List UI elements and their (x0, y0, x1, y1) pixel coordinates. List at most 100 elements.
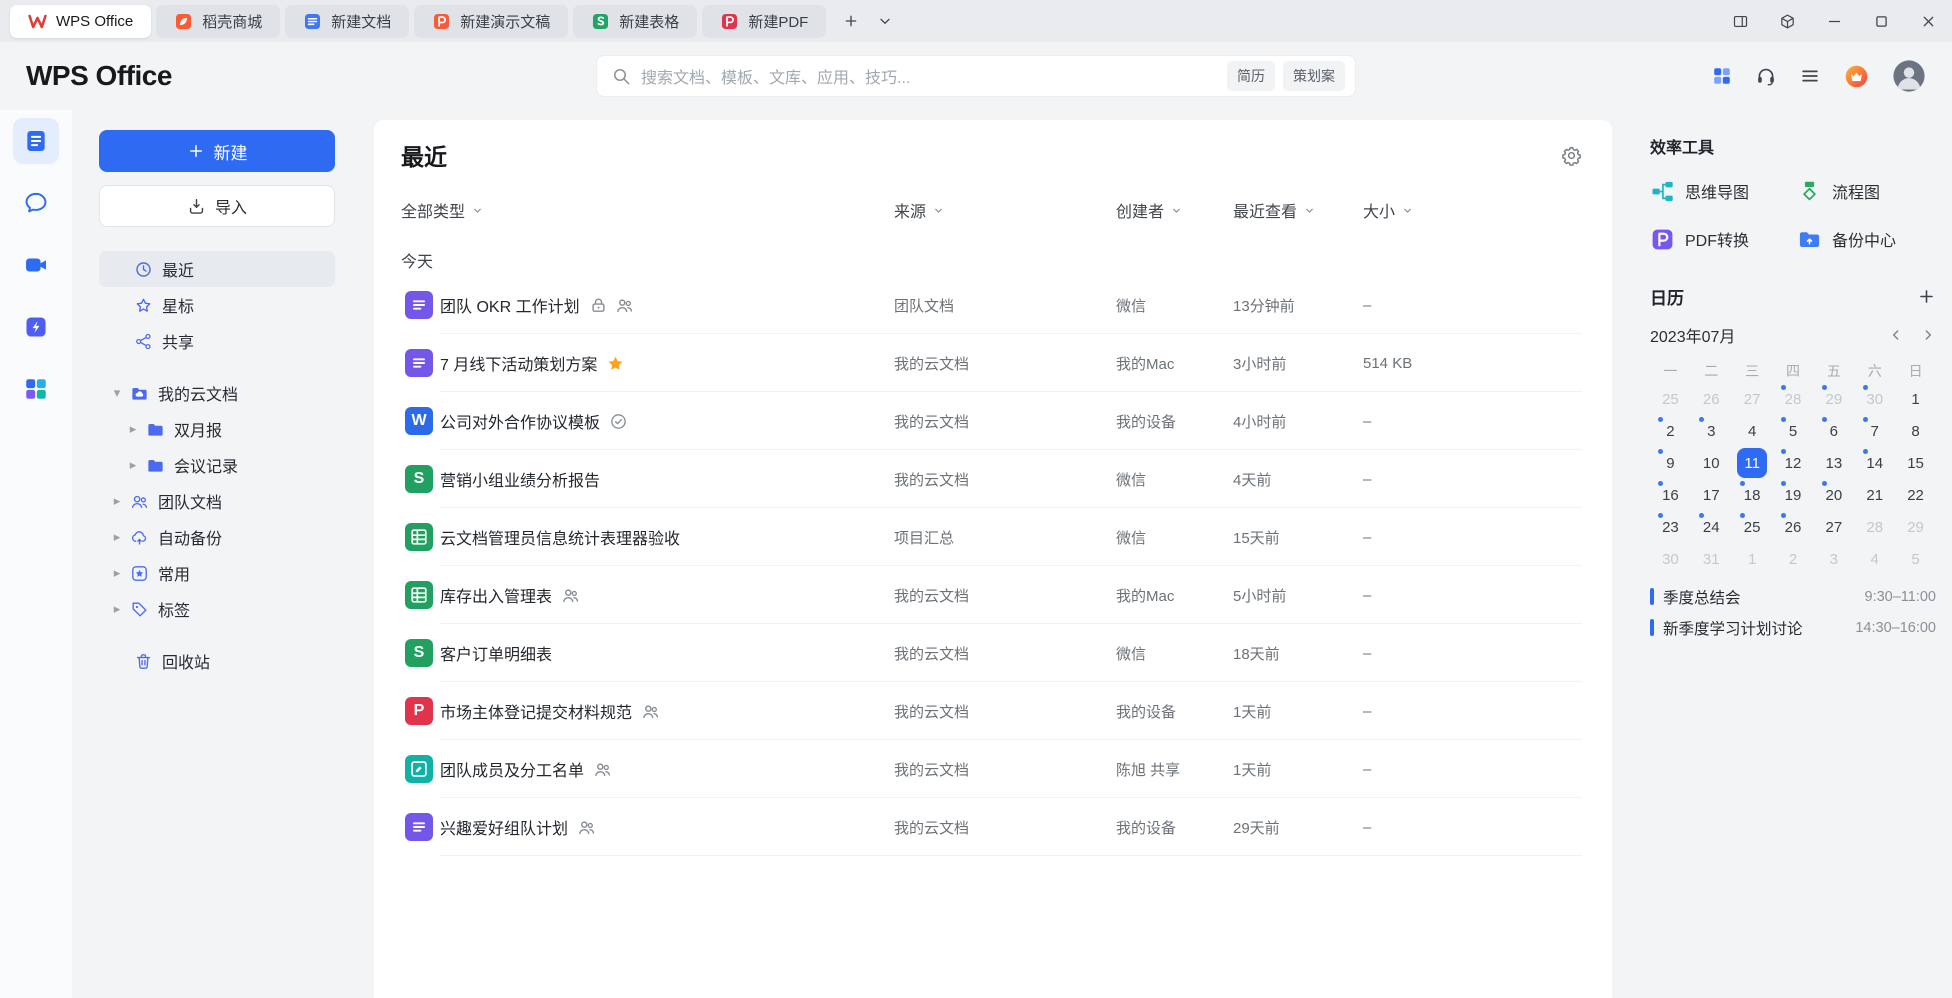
calendar-day[interactable]: 14 (1854, 447, 1895, 479)
calendar-day[interactable]: 4 (1854, 543, 1895, 575)
calendar-day[interactable]: 2 (1650, 415, 1691, 447)
file-row[interactable]: 库存出入管理表我的云文档我的Mac5小时前– (401, 566, 1582, 624)
window-tab[interactable]: 新建PDF (702, 5, 826, 38)
expand-caret-icon[interactable]: ▸ (125, 421, 141, 437)
sidebar-tree-item[interactable]: ▸团队文档 (99, 483, 335, 519)
sidebar-item-trash[interactable]: 回收站 (99, 643, 335, 679)
vip-badge-icon[interactable] (1843, 63, 1870, 90)
calendar-day[interactable]: 31 (1691, 543, 1732, 575)
window-tab[interactable]: WPS Office (10, 5, 151, 38)
rail-item[interactable] (13, 366, 59, 412)
filter-dropdown[interactable]: 来源 (894, 198, 946, 222)
calendar-day[interactable]: 29 (1813, 383, 1854, 415)
expand-caret-icon[interactable]: ▸ (109, 601, 125, 617)
window-tab[interactable]: 稻壳商城 (156, 5, 280, 38)
close-icon[interactable] (1905, 0, 1952, 42)
calendar-day[interactable]: 18 (1732, 479, 1773, 511)
sidebar-tree-item[interactable]: ▸自动备份 (99, 519, 335, 555)
new-document-button[interactable]: 新建 (99, 130, 335, 172)
calendar-day[interactable]: 16 (1650, 479, 1691, 511)
calendar-day[interactable]: 30 (1650, 543, 1691, 575)
calendar-day[interactable]: 12 (1773, 447, 1814, 479)
gear-icon[interactable] (1561, 145, 1582, 166)
calendar-day[interactable]: 5 (1773, 415, 1814, 447)
expand-caret-icon[interactable]: ▾ (109, 385, 125, 401)
minimize-icon[interactable] (1811, 0, 1858, 42)
filter-dropdown[interactable]: 大小 (1363, 198, 1415, 222)
calendar-day[interactable]: 6 (1813, 415, 1854, 447)
calendar-day[interactable]: 29 (1895, 511, 1936, 543)
calendar-day[interactable]: 23 (1650, 511, 1691, 543)
calendar-day[interactable]: 1 (1732, 543, 1773, 575)
calendar-day[interactable]: 27 (1732, 383, 1773, 415)
calendar-event[interactable]: 季度总结会9:30–11:00 (1650, 581, 1936, 612)
chevron-right-icon[interactable] (1920, 327, 1936, 343)
chevron-left-icon[interactable] (1888, 327, 1904, 343)
calendar-event[interactable]: 新季度学习计划讨论14:30–16:00 (1650, 612, 1936, 643)
calendar-day[interactable]: 17 (1691, 479, 1732, 511)
tool-item[interactable]: 备份中心 (1797, 220, 1936, 258)
sidebar-item[interactable]: 共享 (99, 323, 335, 359)
file-row[interactable]: 兴趣爱好组队计划我的云文档我的设备29天前– (401, 798, 1582, 856)
calendar-day[interactable]: 15 (1895, 447, 1936, 479)
calendar-day[interactable]: 19 (1773, 479, 1814, 511)
apps-grid-icon[interactable] (1711, 65, 1733, 87)
calendar-day[interactable]: 25 (1650, 383, 1691, 415)
window-tab[interactable]: 新建文档 (285, 5, 409, 38)
filter-dropdown[interactable]: 全部类型 (401, 198, 485, 222)
search-hot-tag[interactable]: 简历 (1227, 61, 1275, 91)
search-bar[interactable]: 搜索文档、模板、文库、应用、技巧... 简历策划案 (596, 55, 1356, 97)
expand-caret-icon[interactable]: ▸ (109, 565, 125, 581)
calendar-day[interactable]: 27 (1813, 511, 1854, 543)
add-tab-icon[interactable] (836, 6, 866, 36)
file-row[interactable]: 团队成员及分工名单我的云文档陈旭 共享1天前– (401, 740, 1582, 798)
calendar-day[interactable]: 2 (1773, 543, 1814, 575)
sidebar-tree-item[interactable]: ▸会议记录 (99, 447, 335, 483)
menu-icon[interactable] (1799, 65, 1821, 87)
window-tab[interactable]: 新建演示文稿 (414, 5, 568, 38)
calendar-day[interactable]: 20 (1813, 479, 1854, 511)
calendar-day[interactable]: 21 (1854, 479, 1895, 511)
rail-item[interactable] (13, 304, 59, 350)
calendar-day[interactable]: 30 (1854, 383, 1895, 415)
calendar-day[interactable]: 13 (1813, 447, 1854, 479)
calendar-day[interactable]: 26 (1691, 383, 1732, 415)
calendar-day[interactable]: 8 (1895, 415, 1936, 447)
tool-item[interactable]: 流程图 (1797, 172, 1936, 210)
file-row[interactable]: S客户订单明细表我的云文档微信18天前– (401, 624, 1582, 682)
tool-item[interactable]: 思维导图 (1650, 172, 1789, 210)
expand-caret-icon[interactable]: ▸ (125, 457, 141, 473)
file-row[interactable]: 团队 OKR 工作计划团队文档微信13分钟前– (401, 276, 1582, 334)
maximize-icon[interactable] (1858, 0, 1905, 42)
calendar-day[interactable]: 5 (1895, 543, 1936, 575)
rail-item[interactable] (13, 242, 59, 288)
calendar-day[interactable]: 26 (1773, 511, 1814, 543)
window-tab[interactable]: 新建表格 (573, 5, 697, 38)
rail-item[interactable] (13, 180, 59, 226)
calendar-day[interactable]: 7 (1854, 415, 1895, 447)
headset-icon[interactable] (1755, 65, 1777, 87)
calendar-day[interactable]: 22 (1895, 479, 1936, 511)
tab-list-chevron-icon[interactable] (870, 6, 900, 36)
sidebar-tree-item[interactable]: ▾我的云文档 (99, 375, 335, 411)
sidebar-tree-item[interactable]: ▸双月报 (99, 411, 335, 447)
tool-item[interactable]: PDF转换 (1650, 220, 1789, 258)
calendar-day[interactable]: 11 (1732, 447, 1773, 479)
file-row[interactable]: W公司对外合作协议模板我的云文档我的设备4小时前– (401, 392, 1582, 450)
filter-dropdown[interactable]: 创建者 (1116, 198, 1184, 222)
file-row[interactable]: 云文档管理员信息统计表理器验收项目汇总微信15天前– (401, 508, 1582, 566)
filter-dropdown[interactable]: 最近查看 (1233, 198, 1317, 222)
calendar-day[interactable]: 25 (1732, 511, 1773, 543)
sidebar-tree-item[interactable]: ▸标签 (99, 591, 335, 627)
file-row[interactable]: 7 月线下活动策划方案我的云文档我的Mac3小时前514 KB (401, 334, 1582, 392)
calendar-day[interactable]: 1 (1895, 383, 1936, 415)
file-row[interactable]: P市场主体登记提交材料规范我的云文档我的设备1天前– (401, 682, 1582, 740)
calendar-day[interactable]: 24 (1691, 511, 1732, 543)
calendar-day[interactable]: 28 (1854, 511, 1895, 543)
calendar-day[interactable]: 10 (1691, 447, 1732, 479)
expand-caret-icon[interactable]: ▸ (109, 529, 125, 545)
rail-item[interactable] (13, 118, 59, 164)
user-avatar[interactable] (1892, 59, 1926, 93)
expand-caret-icon[interactable]: ▸ (109, 493, 125, 509)
file-row[interactable]: S营销小组业绩分析报告我的云文档微信4天前– (401, 450, 1582, 508)
